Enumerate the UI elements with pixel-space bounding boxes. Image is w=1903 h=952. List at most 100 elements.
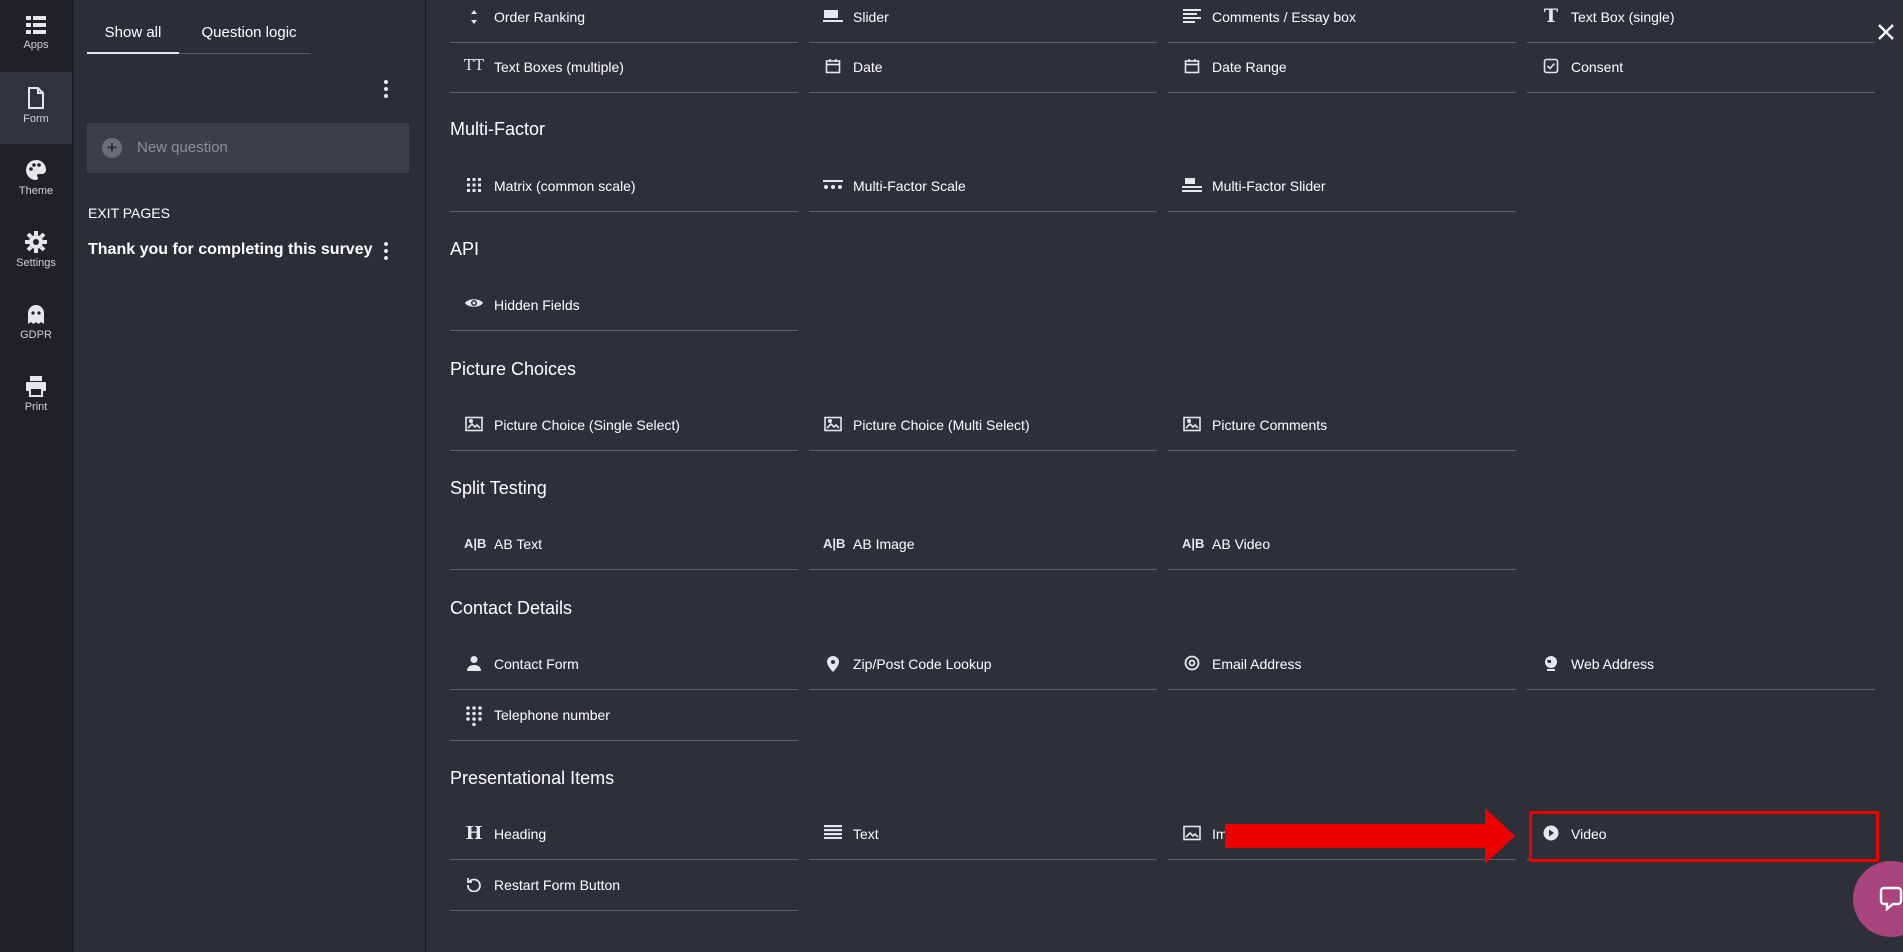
question-types-list: Order Ranking Slider Comments / Essay bo… [426, 0, 1903, 952]
qtype-text-boxes-multiple[interactable]: TT Text Boxes (multiple) [450, 43, 798, 93]
eye-icon [464, 296, 484, 314]
qtype-text-box-single[interactable]: T Text Box (single) [1527, 0, 1875, 43]
calendar-range-icon [1182, 58, 1202, 76]
qtype-heading[interactable]: H Heading [450, 810, 798, 860]
qtype-slider[interactable]: Slider [809, 0, 1157, 43]
nav-theme[interactable]: Theme [0, 144, 72, 216]
qtype-label: Email Address [1212, 656, 1302, 672]
nav-print[interactable]: Print [0, 360, 72, 432]
active-tab-indicator [87, 52, 179, 54]
dialpad-icon [464, 706, 484, 727]
ab-split-icon: A|B [464, 536, 487, 551]
qtype-date[interactable]: Date [809, 43, 1157, 93]
qtype-zip-lookup[interactable]: Zip/Post Code Lookup [809, 640, 1157, 690]
qtype-matrix[interactable]: Matrix (common scale) [450, 162, 798, 212]
grid-dots-icon [464, 177, 484, 195]
at-sign-icon [1182, 655, 1202, 673]
qtype-multi-factor-slider[interactable]: Multi-Factor Slider [1168, 162, 1516, 212]
qtype-label: AB Text [494, 536, 542, 552]
qtype-comments-essay[interactable]: Comments / Essay box [1168, 0, 1516, 43]
qtype-label: Matrix (common scale) [494, 178, 636, 194]
qtype-label: Telephone number [494, 707, 610, 723]
qtype-label: AB Video [1212, 536, 1271, 552]
checkbox-icon [1541, 58, 1561, 76]
text-tt-icon: TT [463, 56, 485, 74]
apps-grid-icon [26, 16, 46, 34]
heading-h-icon: H [465, 823, 483, 844]
qtype-order-ranking[interactable]: Order Ranking [450, 0, 798, 43]
nav-apps-label: Apps [23, 39, 49, 51]
qtype-consent[interactable]: Consent [1527, 43, 1875, 93]
qtype-email-address[interactable]: Email Address [1168, 640, 1516, 690]
qtype-restart-form-button[interactable]: Restart Form Button [450, 861, 798, 911]
section-picture-choices: Picture Choices [450, 359, 577, 379]
qtype-web-address[interactable]: Web Address [1527, 640, 1875, 690]
nav-form[interactable]: Form [0, 72, 72, 144]
nav-apps[interactable]: Apps [0, 0, 72, 72]
qtype-label: Consent [1571, 59, 1624, 75]
qtype-label: Picture Comments [1212, 417, 1328, 433]
nav-gdpr[interactable]: GDPR [0, 288, 72, 360]
qtype-ab-text[interactable]: A|B AB Text [450, 520, 798, 570]
nav-settings[interactable]: Settings [0, 216, 72, 288]
multi-slider-icon [1182, 177, 1202, 195]
nav-form-label: Form [23, 113, 49, 125]
image-icon [1182, 825, 1202, 843]
tab-show-all[interactable]: Show all [87, 16, 179, 54]
qtype-label: Hidden Fields [494, 297, 580, 313]
ab-split-icon: A|B [1182, 536, 1205, 551]
section-multi-factor: Multi-Factor [450, 119, 546, 139]
picture-multi-icon [823, 416, 843, 434]
qtype-telephone[interactable]: Telephone number [450, 691, 798, 741]
qtype-label: Date [853, 59, 883, 75]
more-options-icon[interactable] [384, 80, 388, 101]
side-navigation: Apps Form Theme Settings GDPR Print [0, 0, 73, 952]
qtype-label: Date Range [1212, 59, 1287, 75]
qtype-date-range[interactable]: Date Range [1168, 43, 1516, 93]
nav-print-label: Print [24, 401, 48, 413]
globe-icon [1541, 655, 1561, 673]
person-icon [464, 655, 484, 673]
section-split-testing: Split Testing [450, 478, 547, 498]
qtype-hidden-fields[interactable]: Hidden Fields [450, 281, 798, 331]
calendar-icon [823, 58, 843, 76]
qtype-picture-multi[interactable]: Picture Choice (Multi Select) [809, 401, 1157, 451]
qtype-ab-image[interactable]: A|B AB Image [809, 520, 1157, 570]
tab-question-logic[interactable]: Question logic [187, 16, 311, 54]
qtype-label: Picture Choice (Multi Select) [853, 417, 1030, 433]
new-question-label: New question [137, 139, 228, 156]
qtype-picture-comments[interactable]: Picture Comments [1168, 401, 1516, 451]
section-presentational-items: Presentational Items [450, 768, 615, 788]
qtype-label: Zip/Post Code Lookup [853, 656, 992, 672]
scale-icon [823, 177, 843, 195]
nav-theme-label: Theme [18, 185, 54, 197]
qtype-label: Multi-Factor Slider [1212, 178, 1326, 194]
qtype-multi-factor-scale[interactable]: Multi-Factor Scale [809, 162, 1157, 212]
annotation-highlight-box [1529, 811, 1879, 862]
section-contact-details: Contact Details [450, 598, 573, 618]
qtype-label: Contact Form [494, 656, 579, 672]
qtype-picture-single[interactable]: Picture Choice (Single Select) [450, 401, 798, 451]
plus-icon: + [102, 138, 122, 158]
question-panel: Show all Question logic + New question E… [73, 0, 426, 952]
qtype-label: Text Boxes (multiple) [494, 59, 624, 75]
annotation-arrow [1225, 808, 1515, 864]
printer-icon [26, 376, 46, 397]
exit-page-more-icon[interactable] [384, 242, 388, 263]
chat-icon [1879, 886, 1903, 912]
section-api: API [450, 239, 480, 259]
qtype-contact-form[interactable]: Contact Form [450, 640, 798, 690]
slider-icon [823, 8, 843, 26]
qtype-label: Text Box (single) [1571, 9, 1675, 25]
text-lines-icon [1182, 8, 1202, 26]
exit-page-title[interactable]: Thank you for completing this survey [88, 241, 373, 259]
gear-icon [25, 231, 47, 253]
qtype-label: Multi-Factor Scale [853, 178, 966, 194]
qtype-label: Web Address [1571, 656, 1655, 672]
reorder-icon [464, 8, 484, 26]
close-icon[interactable] [1876, 22, 1896, 42]
new-question-button[interactable]: + New question [87, 123, 409, 173]
map-pin-icon [823, 655, 843, 673]
qtype-ab-video[interactable]: A|B AB Video [1168, 520, 1516, 570]
qtype-text[interactable]: Text [809, 810, 1157, 860]
